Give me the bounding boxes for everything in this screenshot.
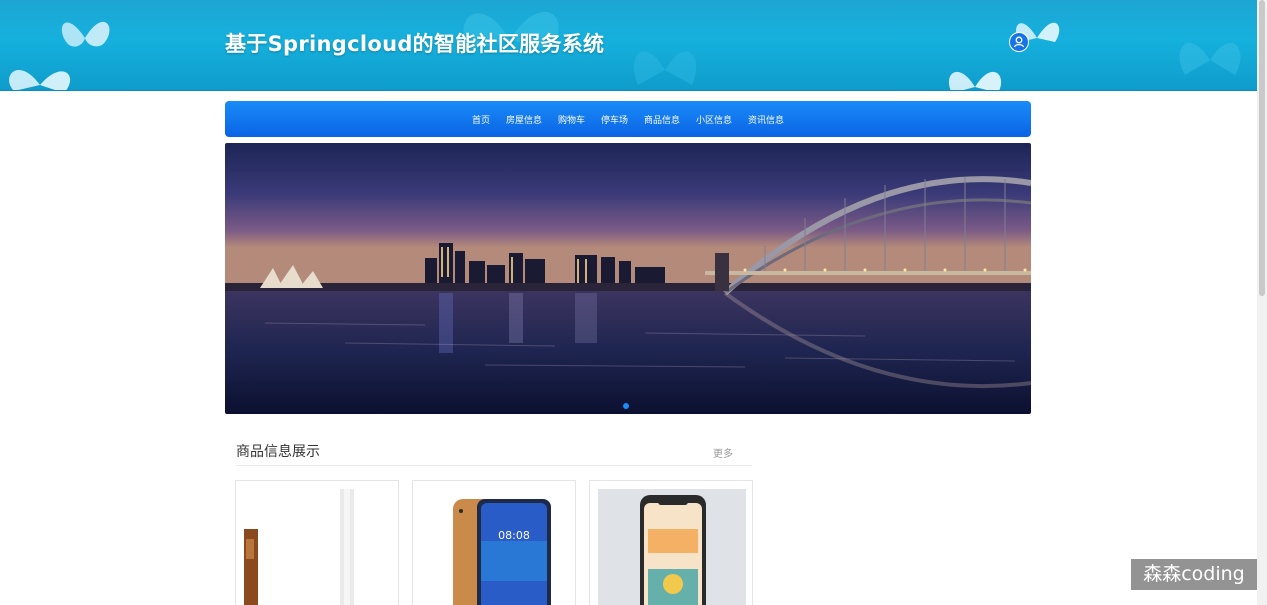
butterfly-decoration — [9, 70, 71, 90]
site-title: 基于Springcloud的智能社区服务系统 — [225, 32, 605, 56]
product-image: 08:08 — [453, 499, 551, 605]
watermark: 森森coding — [1131, 559, 1257, 590]
product-image — [244, 489, 392, 605]
section-divider — [236, 465, 752, 466]
product-card[interactable]: 08:08 — [412, 480, 576, 605]
carousel-indicator[interactable] — [623, 403, 629, 409]
banner-image — [225, 143, 1031, 414]
user-account-button[interactable] — [1009, 32, 1029, 52]
section-title: 商品信息展示 — [236, 444, 320, 460]
phone-clock-text: 08:08 — [498, 529, 530, 542]
site-header: 基于Springcloud的智能社区服务系统 — [0, 0, 1257, 91]
banner-carousel[interactable] — [225, 143, 1031, 414]
more-link[interactable]: 更多 — [713, 445, 733, 460]
product-image — [598, 489, 746, 605]
product-card[interactable] — [235, 480, 399, 605]
main-nav: 首页 房屋信息 购物车 停车场 商品信息 小区信息 资讯信息 — [225, 101, 1031, 137]
nav-item-products[interactable]: 商品信息 — [644, 113, 680, 126]
page: 基于Springcloud的智能社区服务系统 首页 房屋信息 购物车 停车场 商… — [0, 0, 1267, 605]
user-icon — [1013, 36, 1025, 48]
butterfly-decoration — [633, 51, 697, 85]
nav-item-home[interactable]: 首页 — [472, 113, 490, 126]
nav-item-parking[interactable]: 停车场 — [601, 113, 628, 126]
nav-item-news[interactable]: 资讯信息 — [748, 113, 784, 126]
product-card[interactable] — [589, 480, 753, 605]
butterfly-decoration — [1179, 42, 1241, 75]
butterfly-decoration — [948, 72, 1002, 90]
page-scrollbar[interactable] — [1257, 0, 1267, 605]
nav-item-housing[interactable]: 房屋信息 — [506, 113, 542, 126]
nav-item-cart[interactable]: 购物车 — [558, 113, 585, 126]
scrollbar-thumb[interactable] — [1259, 0, 1265, 296]
nav-item-community[interactable]: 小区信息 — [696, 113, 732, 126]
